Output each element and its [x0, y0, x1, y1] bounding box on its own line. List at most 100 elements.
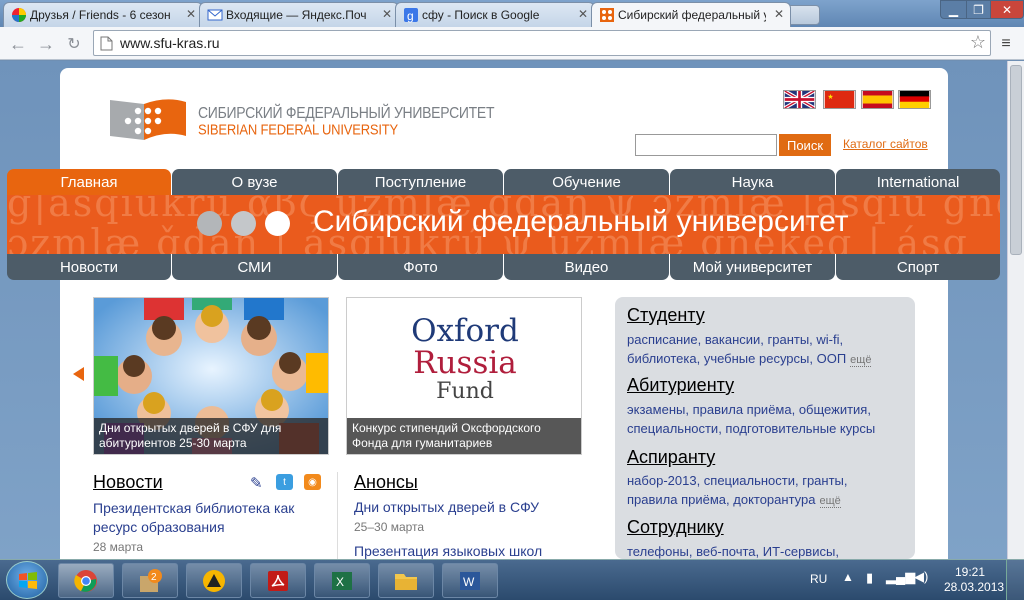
battery-icon[interactable]: ▮ [866, 570, 873, 586]
close-icon[interactable]: ✕ [382, 7, 392, 21]
banner-dot [231, 211, 256, 236]
mail-icon [207, 9, 223, 21]
package-icon: 2 [140, 568, 162, 592]
nav-video[interactable]: Видео [504, 254, 669, 280]
chrome-icon [74, 569, 97, 592]
applicant-heading[interactable]: Абитуриенту [627, 375, 734, 396]
banner-dot [265, 211, 290, 236]
network-signal-icon[interactable]: ▂▄▆ [886, 569, 915, 585]
logo-text-ru: СИБИРСКИЙ ФЕДЕРАЛЬНЫЙ УНИВЕРСИТЕТ [198, 102, 495, 122]
more-link[interactable]: ещё [850, 354, 872, 367]
nav-photo[interactable]: Фото [338, 254, 503, 280]
open-days-photo[interactable]: Дни открытых дверей в СФУ для абитуриент… [93, 297, 329, 455]
taskbar-app-2[interactable]: 2 [122, 563, 178, 598]
nav-main[interactable]: Главная [7, 169, 171, 195]
aimp-triangle-icon [203, 569, 225, 592]
google-icon: g [404, 8, 418, 23]
nav-my-university[interactable]: Мой университет [670, 254, 835, 280]
nav-news[interactable]: Новости [7, 254, 171, 280]
taskbar-explorer[interactable] [378, 563, 434, 598]
catalog-sites-link[interactable]: Каталог сайтов [843, 137, 928, 151]
slider-prev-arrow-icon[interactable] [73, 367, 84, 381]
news-heading[interactable]: Новости [93, 472, 163, 493]
show-desktop-button[interactable] [1006, 560, 1024, 600]
oxford-line-3: Fund [436, 379, 494, 404]
svg-text:2: 2 [151, 572, 157, 583]
nav-science[interactable]: Наука [670, 169, 835, 195]
more-link[interactable]: ещё [819, 495, 841, 508]
flag-spain-icon[interactable] [861, 90, 894, 109]
word-icon: W [460, 571, 480, 590]
banner-dot [197, 211, 222, 236]
rss-icon[interactable]: ◉ [304, 474, 321, 490]
anons-heading[interactable]: Анонсы [354, 472, 418, 493]
tab-google-search[interactable]: g сфу - Поиск в Google ✕ [395, 2, 595, 27]
svg-text:★: ★ [827, 93, 833, 101]
close-icon[interactable]: ✕ [774, 7, 784, 21]
menu-icon[interactable]: ≡ [996, 34, 1016, 54]
nav-admission[interactable]: Поступление [338, 169, 503, 195]
volume-icon[interactable]: ◀) [914, 569, 928, 585]
close-icon[interactable]: ✕ [578, 7, 588, 21]
graduate-heading[interactable]: Аспиранту [627, 447, 715, 468]
oxford-russia-fund-banner[interactable]: Oxford Russia Fund Конкурс стипендий Окс… [346, 297, 582, 455]
svg-text:W: W [463, 575, 475, 589]
sfu-emblem-icon [110, 99, 186, 140]
tab-friends[interactable]: Друзья / Friends - 6 сезон ✕ [3, 2, 203, 27]
nav-sport[interactable]: Спорт [836, 254, 1000, 280]
edit-pencil-icon[interactable]: ✎ [250, 474, 268, 492]
folder-icon [395, 573, 417, 590]
reload-icon[interactable]: ↻ [64, 34, 84, 54]
news-item-title[interactable]: Президентская библиотека как ресурс обра… [93, 499, 323, 537]
twitter-icon[interactable]: t [276, 474, 293, 490]
photo-caption: Конкурс стипендий Оксфордского Фонда для… [347, 418, 581, 454]
logo-text-en: SIBERIAN FEDERAL UNIVERSITY [198, 121, 398, 138]
student-links: расписание, вакансии, гранты, wi-fi, биб… [627, 332, 872, 367]
minimize-button[interactable]: ▁ [940, 0, 967, 19]
svg-text:X: X [336, 575, 344, 589]
search-button[interactable]: Поиск [779, 134, 831, 156]
excel-icon: X [332, 571, 352, 590]
back-arrow-icon[interactable]: ← [8, 34, 28, 54]
nav-about[interactable]: О вузе [172, 169, 337, 195]
language-indicator[interactable]: RU [810, 572, 827, 586]
student-heading[interactable]: Студенту [627, 305, 705, 326]
tab-yandex-mail[interactable]: Входящие — Яндекс.Почта ✕ [199, 2, 399, 27]
start-button[interactable] [6, 561, 48, 599]
page-icon [100, 36, 113, 51]
show-hidden-icons-icon[interactable]: ▲ [842, 570, 854, 584]
taskbar-aimp[interactable] [186, 563, 242, 598]
nav-education[interactable]: Обучение [504, 169, 669, 195]
close-window-button[interactable]: ✕ [990, 0, 1024, 19]
audience-panel: Студенту расписание, вакансии, гранты, w… [615, 297, 915, 559]
applicant-links: экзамены, правила приёма, общежития, спе… [627, 402, 876, 436]
flag-china-icon[interactable]: ★ [823, 90, 856, 109]
bookmark-star-icon[interactable]: ☆ [970, 32, 986, 53]
maximize-button[interactable]: ❐ [966, 0, 991, 19]
url-text: www.sfu-kras.ru [120, 35, 220, 51]
search-input[interactable] [635, 134, 777, 156]
flag-germany-icon[interactable] [898, 90, 931, 109]
taskbar-acrobat[interactable] [250, 563, 306, 598]
scrollbar-thumb[interactable] [1010, 65, 1022, 255]
photo-caption: Дни открытых дверей в СФУ для абитуриент… [94, 418, 328, 454]
address-bar[interactable]: www.sfu-kras.ru ☆ [93, 30, 991, 56]
staff-heading[interactable]: Сотруднику [627, 517, 724, 538]
tab-sfu[interactable]: Сибирский федеральный университет ✕ [591, 2, 791, 27]
taskbar-chrome[interactable] [58, 563, 114, 598]
taskbar-excel[interactable]: X [314, 563, 370, 598]
nav-international[interactable]: International [836, 169, 1000, 195]
close-icon[interactable]: ✕ [186, 7, 196, 21]
anons-item-title[interactable]: Презентация языковых школ [354, 543, 542, 559]
sfu-logo-icon [600, 8, 614, 22]
sfu-logo[interactable]: СИБИРСКИЙ ФЕДЕРАЛЬНЫЙ УНИВЕРСИТЕТ SIBERI… [108, 96, 495, 144]
new-tab-button[interactable] [786, 5, 820, 25]
forward-arrow-icon[interactable]: → [36, 34, 56, 54]
flag-uk-icon[interactable] [783, 90, 816, 109]
anons-item-date: 25–30 марта [354, 520, 425, 534]
vertical-scrollbar[interactable] [1007, 61, 1024, 559]
anons-item-title[interactable]: Дни открытых дверей в СФУ [354, 499, 539, 515]
clock[interactable]: 19:21 28.03.2013 [944, 565, 1004, 595]
taskbar-word[interactable]: W [442, 563, 498, 598]
nav-media[interactable]: СМИ [172, 254, 337, 280]
